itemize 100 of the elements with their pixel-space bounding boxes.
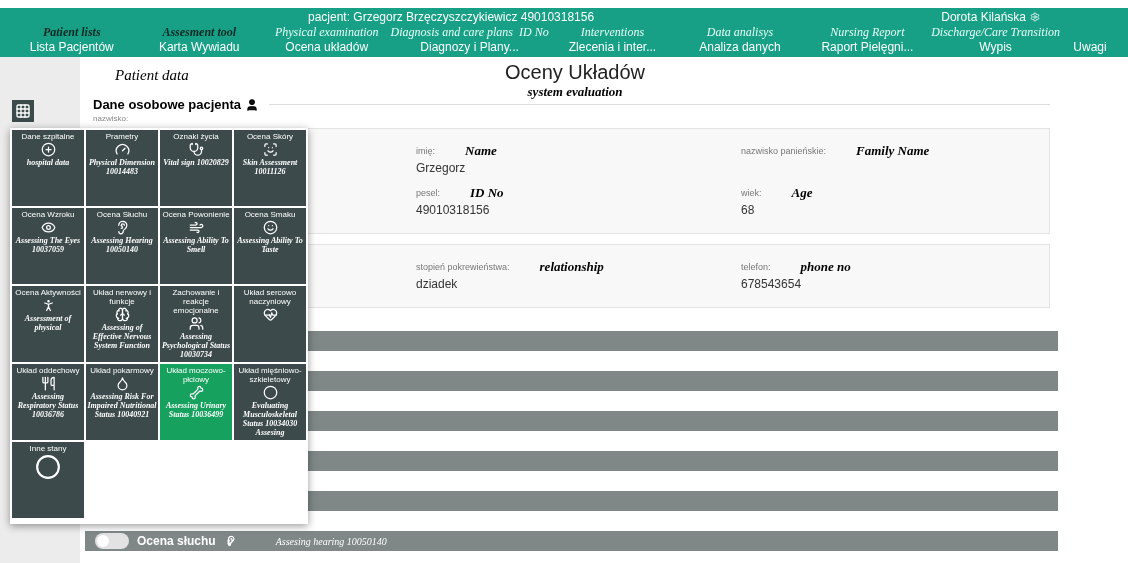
annotation: Physical Dimension 10014483: [88, 158, 156, 176]
menu-tile[interactable]: Ocena Aktywności Assessment of physical: [12, 286, 84, 362]
wind-icon: [188, 220, 204, 235]
menu-tile[interactable]: Prametry Physical Dimension 10014483: [86, 130, 158, 206]
tile-label: Układ sercowo naczyniowy: [242, 288, 298, 306]
annotation: ID No: [519, 25, 549, 40]
annotation: Assesing hearing 10050140: [275, 535, 387, 547]
smile-icon: [262, 220, 278, 235]
section-header[interactable]: Ocena słuchu Assesing hearing 10050140: [85, 531, 1058, 551]
annotation: Assesment tool: [162, 25, 237, 40]
patient-header: pacjent: Grzegorz Brzęczyszczykiewicz 49010318156: [308, 10, 595, 24]
menu-tile[interactable]: Inne stany: [12, 442, 84, 518]
grid-icon: [15, 103, 31, 119]
menu-tile[interactable]: Ocena Wzroku Assessing The Eyes 10037059: [12, 208, 84, 284]
annotation: Patient data: [115, 67, 190, 84]
annotation: Diagnosis and care plans: [390, 25, 514, 40]
circle-icon: [262, 385, 278, 400]
field-label: nazwisko panieńskie:: [741, 146, 827, 156]
menu-tile[interactable]: Ocena Powonienie Assessing Ability To Smell: [160, 208, 232, 284]
field-value: dziadek: [416, 277, 459, 291]
annotation: Assessing Ability To Taste: [236, 236, 304, 254]
tile-label: Ocena Smaku: [244, 210, 296, 219]
annotation: Assessing Psychological Status 10030734: [161, 332, 231, 359]
page-title: Oceny Układów: [505, 61, 646, 84]
tile-label: Układ moczowo-płciowy: [165, 366, 227, 384]
tile-label: Układ nerwowy i funkcje: [91, 288, 153, 306]
annotation: Skin Assessment 10011126: [241, 158, 299, 176]
annotation: Vital sign 10020829: [163, 158, 229, 167]
annotation: Nursing Report: [830, 25, 905, 40]
tile-label: Inne stany: [29, 444, 67, 453]
utensils-icon: [40, 376, 56, 391]
menu-tile[interactable]: Zachowanie i reakcje emocjonalne Assessing Psychological Status 10030734: [160, 286, 232, 362]
droplet-icon: [114, 376, 130, 391]
field-value: 68: [741, 203, 756, 217]
section-heading: Dane osobowe pacjenta: [93, 97, 242, 112]
field-value: 678543654: [741, 277, 803, 291]
brain-icon: [114, 307, 130, 322]
annotation: Family Name: [856, 143, 930, 159]
annotation: system evaluation: [527, 84, 623, 100]
tile-label: Ocena Powonienie: [162, 210, 230, 219]
tile-label: Ocena Aktywności: [15, 288, 81, 297]
annotation: Assessing The Eyes 10037059: [14, 236, 82, 254]
menu-tile[interactable]: Układ pokarmowy Assessing Risk For Impaired Nutritional Status 10040921: [86, 364, 158, 440]
tile-label: Zachowanie i reakcje emocjonalne: [171, 288, 221, 315]
annotation: Assessing Urinary Status 10036499: [164, 401, 228, 419]
menu-tile[interactable]: Ocena Skóry Skin Assessment 10011126: [234, 130, 306, 206]
field-label: pesel:: [416, 188, 441, 198]
annotation: Assessing of Effective Nervous System Function: [91, 323, 153, 350]
bone-icon: [188, 385, 204, 400]
tile-label: Układ mięśniowo-szkieletowy: [237, 366, 303, 384]
annotation: Data analisys: [706, 25, 774, 40]
menu-tile[interactable]: Układ oddechowy Assessing Respiratory Status 10036786: [12, 364, 84, 440]
toggle-switch[interactable]: [95, 533, 129, 549]
menu-tile[interactable]: Ocena Słuchu Assessing Hearing 10050140: [86, 208, 158, 284]
tile-label: Układ pokarmowy: [90, 366, 154, 375]
field-label: stopień pokrewieństwa:: [416, 262, 510, 272]
annotation: Assessing Hearing 10050140: [90, 236, 154, 254]
annotation: Interventions: [580, 25, 645, 40]
annotation: Assessing Ability To Smell: [162, 236, 230, 254]
plus-circle-icon: [40, 142, 56, 157]
menu-tile[interactable]: Ocena Smaku Assessing Ability To Taste: [234, 208, 306, 284]
menu-tile[interactable]: Układ mięśniowo-szkieletowy Evaluating Musculoskeletal Status 10034030 Assesing: [234, 364, 306, 440]
tile-label: Ocena Wzroku: [21, 210, 75, 219]
annotation: Assessing Respiratory Status 10036786: [16, 392, 80, 419]
section-title: Ocena słuchu: [137, 534, 216, 548]
menu-tile[interactable]: Układ nerwowy i funkcje Assessing of Effective Nervous System Function: [86, 286, 158, 362]
heart-pulse-icon: [262, 307, 278, 322]
grid-menu-button[interactable]: [12, 100, 34, 122]
person-icon: [245, 97, 260, 112]
tile-label: Ocena Słuchu: [96, 210, 148, 219]
field-label: nazwisko:: [93, 114, 130, 123]
tile-label: Ocena Skóry: [246, 132, 294, 141]
annotation: Patient lists: [42, 25, 101, 40]
annotation: Evaluating Musculoskeletal Status 10034030 Assesing: [241, 401, 299, 437]
eye-icon: [40, 220, 56, 235]
annotation: Age: [791, 185, 813, 201]
annotation: Assessment of physical: [23, 314, 73, 332]
annotation: Assessing Risk For Impaired Nutritional Status 10040921: [87, 392, 157, 419]
tile-label: Dane szpitalne: [21, 132, 75, 141]
field-label: imię:: [416, 146, 435, 156]
menu-tile[interactable]: Układ sercowo naczyniowy: [234, 286, 306, 362]
menu-tile[interactable]: Oznaki życia Vital sign 10020829: [160, 130, 232, 206]
gauge-icon: [114, 142, 130, 157]
annotation: Physical examination: [274, 25, 379, 40]
stethoscope-icon: [188, 142, 204, 157]
annotation: Discharge/Care Transition: [931, 25, 1060, 40]
people-icon: [188, 316, 204, 331]
field-label: wiek:: [741, 188, 762, 198]
annotation: relationship: [539, 259, 604, 275]
tile-label: Oznaki życia: [173, 132, 219, 141]
tile-label: Prametry: [105, 132, 139, 141]
field-value: Grzegorz: [416, 161, 467, 175]
annotation: Name: [465, 143, 497, 159]
field-value: 49010318156: [416, 203, 491, 217]
tile-label: Układ oddechowy: [16, 366, 80, 375]
annotation: hospital data: [26, 158, 70, 167]
settings-icon: [1030, 12, 1040, 22]
annotation: ID No: [470, 185, 504, 201]
annotation: phone no: [800, 259, 851, 275]
menu-tile[interactable]: Dane szpitalne hospital data: [12, 130, 84, 206]
